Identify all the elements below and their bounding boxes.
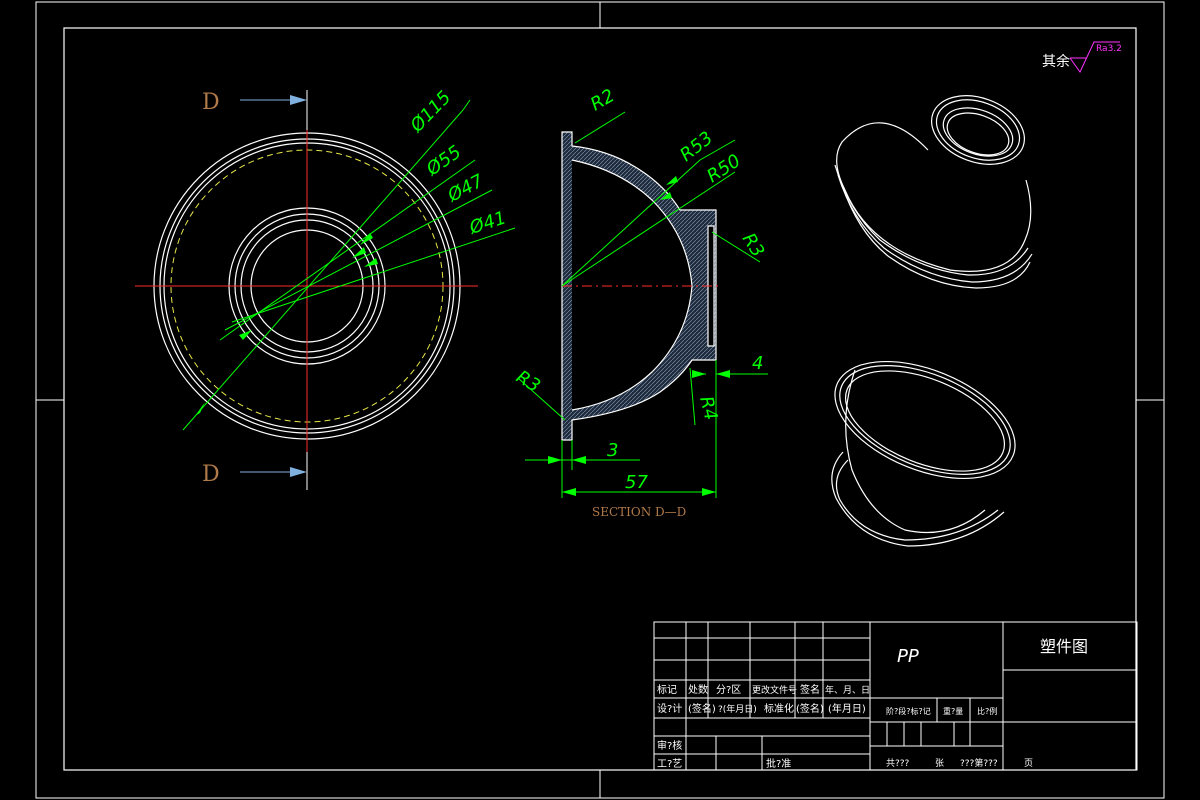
design-signed: (签名) <box>688 702 716 715</box>
design-date: ?(年月日) <box>718 703 757 715</box>
dim-d47: Ø47 <box>444 170 488 207</box>
section-title: SECTION D—D <box>592 505 686 519</box>
dim-r50: R50 <box>703 150 744 187</box>
total-sheets: 共??? <box>886 758 910 769</box>
drawing-name: 塑件图 <box>1040 637 1088 656</box>
surface-roughness-symbol: 其余 Ra3.2 <box>1042 41 1122 73</box>
process-label: 工?艺 <box>657 758 682 770</box>
isometric-view-top <box>834 95 1033 289</box>
scale-label: 比?例 <box>977 706 997 716</box>
cad-drawing: 其余 Ra3.2 D D Ø115 Ø55 Ø47 Ø41 R2 R53 R50… <box>35 1 1165 799</box>
dim-4: 4 <box>752 353 763 374</box>
front-view: D D Ø115 Ø55 Ø47 Ø41 <box>135 87 516 490</box>
header-zone: 分?区 <box>716 684 741 696</box>
section-mark-top: D <box>202 90 220 115</box>
dim-r53: R53 <box>676 128 717 166</box>
weight-label: 重?量 <box>943 706 963 716</box>
header-doc: 更改文件号 <box>752 684 797 696</box>
roughness-value: Ra3.2 <box>1096 44 1122 54</box>
dim-r4: R4 <box>695 394 721 422</box>
isometric-view-bottom <box>831 360 1016 547</box>
review-label: 审?核 <box>657 739 682 752</box>
standard-label: 标准化 <box>764 702 794 715</box>
stage-label: 阶?段?标?记 <box>886 706 931 716</box>
section-mark-bottom: D <box>202 462 220 487</box>
dim-d41: Ø41 <box>466 207 509 239</box>
header-count: 处数 <box>688 683 708 696</box>
dim-57: 57 <box>625 472 648 493</box>
header-sign: 签名 <box>800 683 820 696</box>
sheet-number: ???第??? <box>960 757 998 769</box>
dim-r3-left: R3 <box>512 366 543 397</box>
header-date: 年、月、日 <box>825 684 870 696</box>
dim-r2: R2 <box>587 85 618 115</box>
material-label: PP <box>897 646 919 667</box>
dim-d115: Ø115 <box>406 87 456 137</box>
design-label: 设?计 <box>657 702 682 715</box>
page-label: 页 <box>1024 758 1033 769</box>
roughness-label: 其余 <box>1042 53 1070 70</box>
standard-signed: (签名) <box>796 702 824 715</box>
approve-label: 批?准 <box>766 757 791 770</box>
sheet-label: 张 <box>935 758 944 769</box>
header-mark: 标记 <box>657 684 677 696</box>
dim-r3-right: R3 <box>738 230 769 261</box>
dim-d55: Ø55 <box>422 142 465 181</box>
dim-3: 3 <box>607 440 618 461</box>
standard-date: (年月日) <box>828 702 866 715</box>
